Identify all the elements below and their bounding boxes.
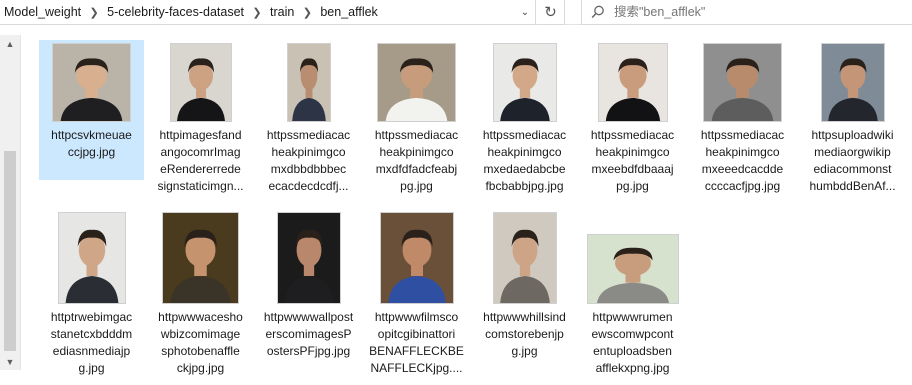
file-item[interactable]: httpwwwrumen ewscomwpcont entuploadsben … — [580, 213, 685, 377]
file-name: httpwwwhillsind comstorebenjp g.jpg — [483, 310, 566, 358]
image-thumbnail[interactable] — [378, 44, 455, 121]
image-thumbnail[interactable] — [598, 44, 667, 121]
refresh-button[interactable]: ↻ — [537, 0, 565, 25]
scroll-up-arrow-icon[interactable]: ▲ — [0, 35, 20, 52]
file-name: httpwwwrumen ewscomwpcont entuploadsben … — [591, 310, 674, 375]
file-item[interactable]: httpcsvkmeuae ccjpg.jpg — [39, 40, 144, 180]
image-thumbnail[interactable] — [58, 213, 125, 303]
file-item[interactable]: httpwwwfilmsco opitcgibinattori BENAFFLE… — [364, 213, 469, 377]
image-thumbnail[interactable] — [287, 44, 330, 121]
file-item[interactable]: httpssmediacac heakpinimgco mxdbbdbbbec … — [256, 40, 361, 195]
file-name: httpssmediacac heakpinimgco mxdbbdbbbec … — [266, 128, 351, 193]
file-name: httpwwwwallpost erscomimagesP ostersPFjp… — [263, 310, 354, 358]
file-name: httpssmediacac heakpinimgco mxedaedabcbe… — [482, 128, 567, 193]
image-thumbnail[interactable] — [53, 44, 130, 121]
address-bar[interactable]: Model_weight ❯ 5-celebrity-faces-dataset… — [0, 0, 536, 25]
search-icon — [582, 5, 614, 19]
scroll-thumb[interactable] — [4, 151, 16, 351]
file-name: httpimagesfand angocomrImag eRendererred… — [157, 128, 244, 193]
image-thumbnail[interactable] — [493, 213, 556, 303]
file-item[interactable]: httpssmediacac heakpinimgco mxeebdfdbaaa… — [580, 40, 685, 195]
chevron-down-icon[interactable]: ⌄ — [515, 0, 535, 24]
file-name: httpssmediacac heakpinimgco mxdfdfadcfea… — [374, 128, 459, 193]
chevron-right-icon[interactable]: ❯ — [83, 6, 105, 19]
file-name: httpssmediacac heakpinimgco mxeebdfdbaaa… — [590, 128, 675, 193]
breadcrumb-dataset[interactable]: 5-celebrity-faces-dataset — [105, 5, 246, 19]
file-item[interactable]: httpssmediacac heakpinimgco mxdfdfadcfea… — [364, 40, 469, 195]
file-item[interactable]: httpimagesfand angocomrImag eRendererred… — [148, 40, 253, 195]
breadcrumb-ben-afflek[interactable]: ben_afflek — [318, 5, 379, 19]
scroll-down-arrow-icon[interactable]: ▼ — [0, 353, 20, 370]
search-box[interactable] — [581, 0, 912, 25]
file-item[interactable]: httpssmediacac heakpinimgco mxedaedabcbe… — [472, 40, 577, 195]
file-name: httptrwebimgac stanetcxbdddm ediasnmedia… — [50, 310, 133, 375]
breadcrumb-train[interactable]: train — [268, 5, 296, 19]
file-name: httpsuploadwiki mediaorgwikip ediacommon… — [809, 128, 896, 193]
file-name: httpwwwfilmsco opitcgibinattori BENAFFLE… — [369, 310, 464, 375]
file-item[interactable]: httpwwwhillsind comstorebenjp g.jpg — [472, 213, 577, 360]
image-thumbnail[interactable] — [493, 44, 556, 121]
file-item[interactable]: httptrwebimgac stanetcxbdddm ediasnmedia… — [39, 213, 144, 377]
toolbar: Model_weight ❯ 5-celebrity-faces-dataset… — [0, 0, 912, 25]
image-thumbnail[interactable] — [277, 213, 340, 303]
chevron-right-icon[interactable]: ❯ — [296, 6, 318, 19]
chevron-right-icon[interactable]: ❯ — [246, 6, 268, 19]
explorer-window: Model_weight ❯ 5-celebrity-faces-dataset… — [0, 0, 912, 385]
vertical-scrollbar[interactable]: ▲ ▼ — [0, 35, 21, 370]
image-thumbnail[interactable] — [170, 44, 231, 121]
file-name: httpcsvkmeuae ccjpg.jpg — [51, 128, 132, 159]
file-name: httpwwwacesho wbizcomimage sphotobenaffl… — [158, 310, 243, 375]
search-input[interactable] — [614, 5, 894, 19]
file-item[interactable]: httpssmediacac heakpinimgco mxeeedcacdde… — [690, 40, 795, 195]
image-thumbnail[interactable] — [587, 235, 678, 303]
file-item[interactable]: httpwwwacesho wbizcomimage sphotobenaffl… — [148, 213, 253, 377]
breadcrumb-model-weight[interactable]: Model_weight — [0, 5, 83, 19]
file-grid: httpcsvkmeuae ccjpg.jpg httpimagesfand an… — [22, 35, 912, 385]
image-thumbnail[interactable] — [380, 213, 453, 303]
image-thumbnail[interactable] — [821, 44, 884, 121]
image-thumbnail[interactable] — [163, 213, 238, 303]
file-item[interactable]: httpsuploadwiki mediaorgwikip ediacommon… — [800, 40, 905, 195]
file-item[interactable]: httpwwwwallpost erscomimagesP ostersPFjp… — [256, 213, 361, 360]
refresh-icon: ↻ — [544, 4, 557, 21]
file-name: httpssmediacac heakpinimgco mxeeedcacdde… — [700, 128, 785, 193]
image-thumbnail[interactable] — [704, 44, 781, 121]
